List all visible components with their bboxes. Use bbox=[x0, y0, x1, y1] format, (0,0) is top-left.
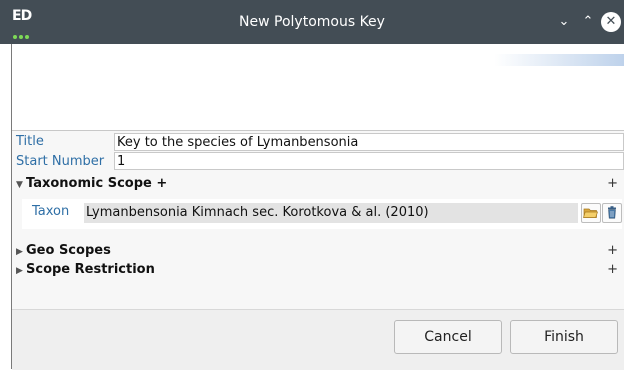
scope-restriction-header[interactable]: ▶ Scope Restriction bbox=[16, 262, 155, 277]
add-taxonomic-scope-button[interactable]: + bbox=[607, 176, 618, 191]
taxonomic-scope-title: Taxonomic Scope + bbox=[26, 176, 168, 191]
chevron-down-icon: ⌄ bbox=[558, 14, 570, 29]
start-number-input[interactable]: 1 bbox=[114, 152, 624, 170]
dialog-banner bbox=[0, 44, 624, 130]
chevron-up-icon: ⌃ bbox=[582, 14, 594, 29]
chevron-right-icon: ▶ bbox=[16, 247, 23, 257]
close-button[interactable]: ✕ bbox=[601, 12, 621, 32]
banner-gradient bbox=[494, 54, 624, 66]
geo-scopes-title: Geo Scopes bbox=[26, 243, 111, 258]
minimize-button[interactable]: ⌄ bbox=[554, 12, 574, 32]
geo-scopes-header[interactable]: ▶ Geo Scopes bbox=[16, 243, 111, 258]
key-form: Title Key to the species of Lymanbensoni… bbox=[12, 131, 624, 309]
title-input[interactable]: Key to the species of Lymanbensonia bbox=[114, 133, 624, 151]
window-titlebar[interactable]: ED New Polytomous Key ⌄ ⌃ ✕ bbox=[0, 0, 624, 44]
taxon-row: Taxon Lymanbensonia Kimnach sec. Korotko… bbox=[22, 199, 622, 229]
scope-restriction-title: Scope Restriction bbox=[26, 262, 155, 277]
folder-open-icon bbox=[583, 208, 598, 218]
taxonomic-scope-header[interactable]: ▼ Taxonomic Scope + bbox=[16, 176, 167, 191]
taxon-value: Lymanbensonia Kimnach sec. Korotkova & a… bbox=[84, 203, 578, 223]
cancel-button[interactable]: Cancel bbox=[394, 320, 502, 354]
delete-taxon-button[interactable] bbox=[602, 203, 622, 223]
dialog-button-bar: Cancel Finish bbox=[12, 309, 624, 370]
chevron-right-icon: ▶ bbox=[16, 266, 23, 276]
finish-button[interactable]: Finish bbox=[510, 320, 618, 354]
title-label: Title bbox=[16, 134, 44, 149]
window-title: New Polytomous Key bbox=[239, 14, 385, 30]
trash-icon bbox=[608, 206, 616, 219]
add-scope-restriction-button[interactable]: + bbox=[607, 262, 618, 277]
add-geo-scope-button[interactable]: + bbox=[607, 243, 618, 258]
taxon-label: Taxon bbox=[32, 204, 70, 219]
browse-taxon-button[interactable] bbox=[581, 203, 601, 223]
start-number-label: Start Number bbox=[16, 154, 105, 169]
chevron-down-icon: ▼ bbox=[16, 180, 23, 190]
close-icon: ✕ bbox=[605, 14, 617, 29]
maximize-button[interactable]: ⌃ bbox=[578, 12, 598, 32]
